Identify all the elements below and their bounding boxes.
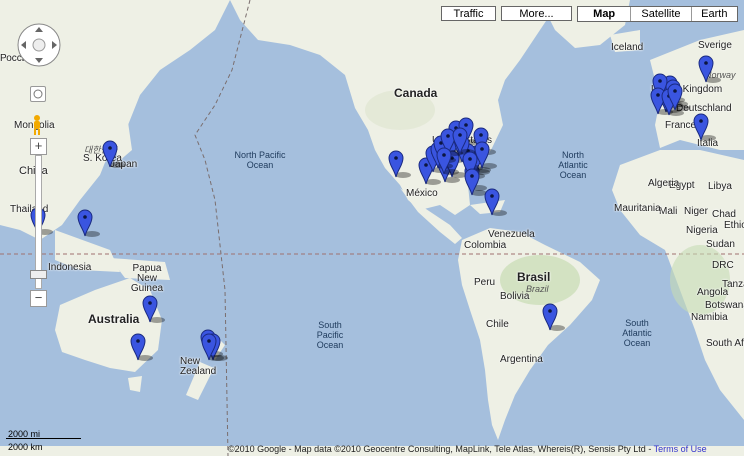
zoom-slider-track[interactable] [35,155,42,289]
plus-icon: + [34,138,43,153]
more-button[interactable]: More... [501,6,572,21]
map-canvas[interactable]: Canada United States México Venezuela Co… [0,0,744,456]
map-type-earth[interactable]: Earth [690,7,737,21]
map-marker[interactable] [77,209,100,237]
map-marker[interactable] [693,113,716,141]
zoom-out-button[interactable]: − [30,290,47,307]
map-type-satellite[interactable]: Satellite [630,7,690,21]
map-marker[interactable] [102,140,125,168]
pegman[interactable] [30,114,44,136]
scale-metric: 2000 km [8,442,43,452]
map-marker[interactable] [388,150,411,178]
recenter-icon [33,89,43,99]
minus-icon: − [34,290,43,305]
zoom-slider-handle[interactable] [30,270,47,279]
map-marker[interactable] [142,295,165,323]
traffic-button[interactable]: Traffic [441,6,496,21]
map-marker[interactable] [484,188,507,216]
zoom-in-button[interactable]: + [30,138,47,155]
map-marker[interactable] [698,55,721,83]
map-type-control: Map Satellite Earth [577,6,738,22]
scale-bar [6,438,81,439]
map-marker[interactable] [542,303,565,331]
terms-of-use-link[interactable]: Terms of Use [654,444,707,454]
pan-control[interactable] [16,22,62,68]
recenter-button[interactable] [30,86,46,102]
pegman-icon [34,115,40,135]
copyright-notice: ©2010 Google - Map data ©2010 Geocentre … [228,444,652,454]
markers-layer [30,55,721,361]
map-type-map[interactable]: Map [578,7,630,21]
map-marker[interactable] [201,333,224,361]
pan-arrows-icon[interactable] [16,22,62,68]
map-marker[interactable] [130,333,153,361]
copyright-text: ©2010 Google - Map data ©2010 Geocentre … [228,444,707,454]
